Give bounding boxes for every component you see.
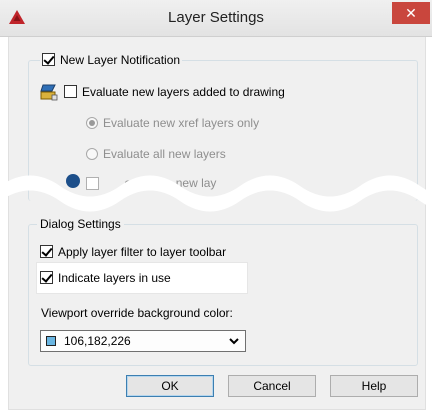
viewport-color-value: 106,182,226 <box>64 334 131 348</box>
chevron-down-icon <box>229 338 239 345</box>
indicate-layers-checkbox[interactable] <box>40 271 53 285</box>
apply-layer-filter-row[interactable]: Apply layer filter to layer toolbar <box>40 243 226 261</box>
indicate-layers-label: Indicate layers in use <box>58 270 171 285</box>
apply-layer-filter-checkbox[interactable] <box>40 245 53 259</box>
layer-settings-window: Layer Settings ✕ New Layer Notification … <box>0 0 432 413</box>
help-button[interactable]: Help <box>330 375 418 397</box>
color-swatch <box>46 336 56 346</box>
dialog-settings-header: Dialog Settings <box>37 217 124 231</box>
cancel-button[interactable]: Cancel <box>228 375 316 397</box>
torn-edge-graphic <box>0 175 432 212</box>
ok-button[interactable]: OK <box>126 375 214 397</box>
indicate-layers-row[interactable]: Indicate layers in use <box>40 269 171 287</box>
apply-layer-filter-label: Apply layer filter to layer toolbar <box>58 244 227 259</box>
viewport-color-select[interactable]: 106,182,226 <box>40 330 246 352</box>
viewport-override-label: Viewport override background color: <box>41 306 233 320</box>
